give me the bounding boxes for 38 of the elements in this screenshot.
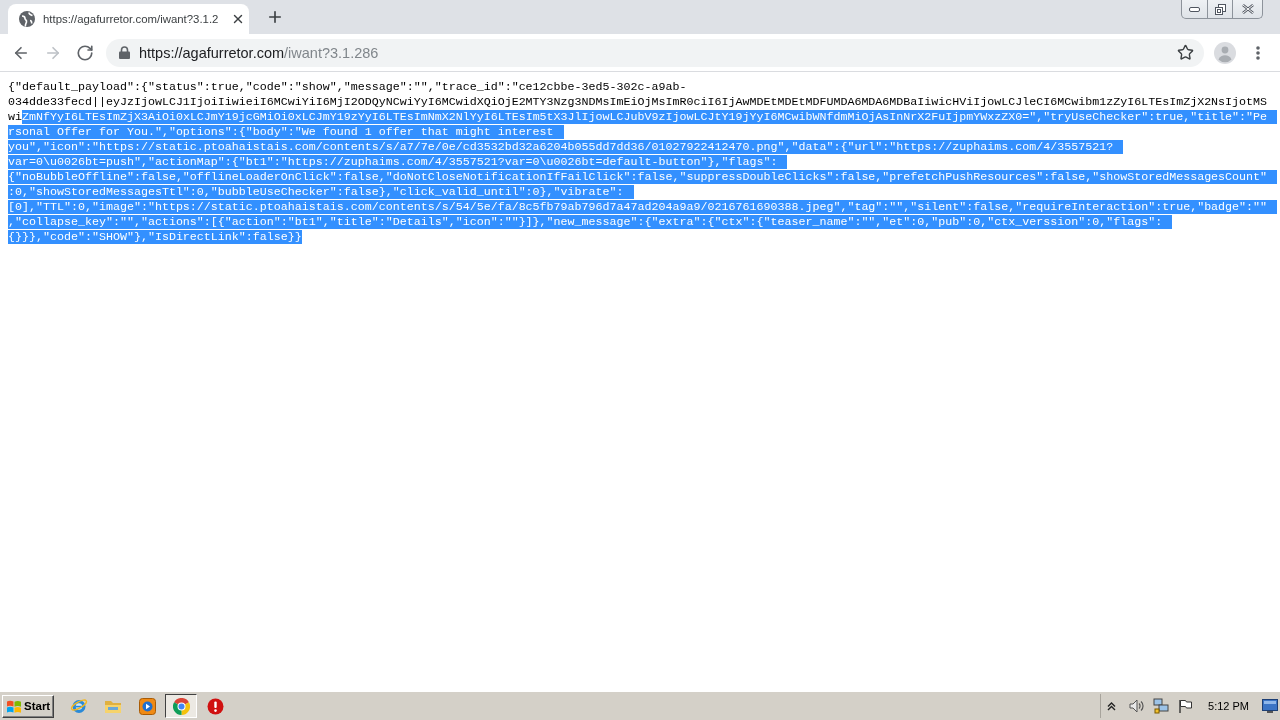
globe-icon (19, 11, 35, 27)
highlighted-json-text: {"noBubbleOffline":false,"offlineLoaderOnClick":false,"doNotCloseNotificationIfFailClick":false,"suppressDoubleClicks":false,"prefetchPushResources":false,"showStoredMessagesCount" (8, 170, 1278, 184)
highlighted-json-text: you","icon":"https://static.ptoahaistais.com/contents/s/a7/7e/0e/cd3532bd32a6204b055dd7dd36/01027922412470.png","data":{"url":"https://zuphaims.com/4/3557521? (8, 140, 1124, 154)
bookmark-button[interactable] (1176, 43, 1194, 62)
chevron-up-icon[interactable] (1107, 701, 1117, 711)
start-button[interactable]: Start (2, 694, 54, 718)
highlighted-json-text: ZmNfYyI6LTEsImZjX3AiOi0xLCJmY19jcGMiOi0xLCJmY19zYyI6LTEsImNmX2NlYyI6LTEsIm5tX3JlIjowLCJubV9zIjowLCJtY19jYyI6MCwibWNfdmMiOjAsInNrX2FuIjpmYWxzZX0=","tryUseChecker":true,"title":"Pe (22, 110, 1278, 124)
taskbar-app-button[interactable] (165, 694, 197, 718)
highlighted-json-text: ,"collapse_key":"","actions":[{"action":"bt1","title":"Details","icon":""}]},"new_message":{"extra":{"ctx":{"teaser_name":"","et":0,"pub":0,"ctx_verssion":0,"flags": (8, 215, 1173, 229)
speaker-icon[interactable] (1129, 699, 1146, 713)
avatar-icon (1214, 41, 1236, 64)
json-text: 034dde33fecd||eyJzIjowLCJ1IjoiIiwieiI6MCwiYiI6MjI2ODQyNCwiYyI6MCwidXQiOjE2MTY3Nzg3NDMsImEiOjMsImR0ciI6IjAwMDEtMDEtMDFUMDA6MDA6MDBaIiwicHViIjowLCJleCI6MCwibm1zZyI6LTEsImZjX2NsIjotMS (8, 95, 1268, 109)
folder-icon (104, 698, 122, 714)
highlighted-json-text: rsonal Offer for You.","options":{"body":"We found 1 offer that might interest (8, 125, 564, 139)
four-pane-flag-icon (6, 698, 22, 714)
menu-icon (1256, 45, 1260, 60)
lock-icon (119, 46, 130, 59)
clock[interactable]: 5:12 PM (1208, 700, 1249, 712)
close-icon (1241, 4, 1254, 14)
highlighted-json-text: {}}},"code":"SHOW"},"IsDirectLink":false}} (8, 230, 302, 244)
alert-circle-icon (206, 697, 224, 715)
show-desktop-icon[interactable] (1262, 699, 1278, 713)
json-text: wi (8, 110, 22, 124)
tricolor-circle-icon (172, 697, 190, 715)
star-icon (1176, 44, 1194, 61)
play-tile-icon (138, 697, 156, 715)
reload-icon (76, 43, 94, 62)
json-text: {"default_payload":{"status":true,"code":"show","message":"","trace_id":"ce12cbbe-3ed5-302c-a9ab- (8, 80, 687, 94)
address-bar[interactable]: https://agafurretor.com/iwant?3.1.286 (106, 38, 1204, 67)
globe-orbit-icon (70, 697, 88, 715)
network-icon[interactable] (1153, 698, 1170, 714)
minimize-icon (1189, 6, 1200, 12)
highlighted-json-text: :0,"showStoredMessagesTtl":0,"bubbleUseChecker":false},"click_valid_until":0},"vibrate": (8, 185, 634, 199)
flag-icon[interactable] (1178, 698, 1194, 714)
highlighted-json-text: var=0\u0026bt=push","actionMap":{"bt1":"https://zuphaims.com/4/3557521?var=0\u0026bt=default-button"},"flags": (8, 155, 788, 169)
browser-tab[interactable]: https://agafurretor.com/iwant?3.1.2 (8, 4, 250, 34)
restore-icon (1214, 3, 1226, 15)
highlighted-json-text: [0],"TTL":0,"image":"https://static.ptoahaistais.com/contents/s/54/5e/fa/8c5fb79ab796d7a47ad204a9a9/0216761690388.jpeg","tag":"","silent":false,"requireInteraction":true,"badge":"" (8, 200, 1278, 214)
